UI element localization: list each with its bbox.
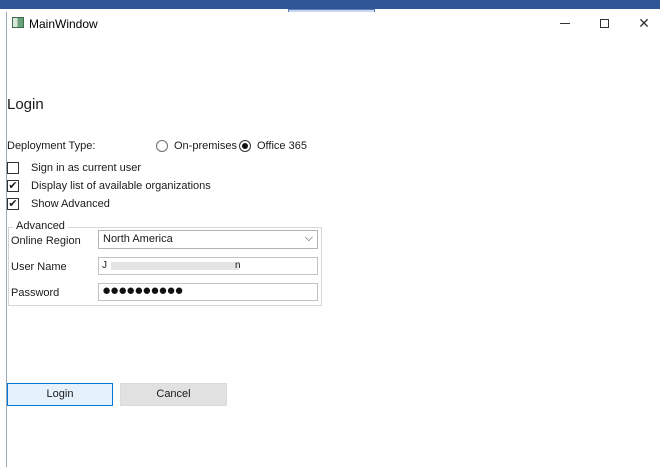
sign-in-current-user-label[interactable]: Sign in as current user [31,162,141,174]
office-365-radio[interactable] [239,140,251,152]
user-name-value-end: n [235,260,241,271]
password-value: ●●●●●●●●●● [102,282,184,299]
checkmark-icon: ✔ [8,180,18,192]
advanced-group-title: Advanced [13,220,68,232]
show-advanced-label[interactable]: Show Advanced [31,198,110,210]
close-icon: ✕ [638,15,650,31]
display-organizations-checkbox[interactable]: ✔ [7,180,19,192]
close-button[interactable]: ✕ [624,12,660,34]
user-name-label: User Name [11,261,67,273]
show-advanced-checkbox[interactable]: ✔ [7,198,19,210]
office-365-label[interactable]: Office 365 [257,140,307,152]
display-organizations-label[interactable]: Display list of available organizations [31,180,211,192]
window-title: MainWindow [29,17,98,31]
background-window-strip [0,0,660,9]
login-button[interactable]: Login [7,383,113,406]
main-window: MainWindow ✕ Login Deployment Type: On-p… [6,12,660,467]
maximize-icon [599,19,609,29]
deployment-type-label: Deployment Type: [7,140,96,152]
password-label: Password [11,287,60,299]
user-name-value-start: J [102,260,107,271]
app-icon [12,17,24,28]
online-region-dropdown[interactable]: North America ⌵ [98,230,318,249]
online-region-label: Online Region [11,235,81,247]
checkmark-icon: ✔ [8,198,18,210]
minimize-button[interactable] [545,12,585,34]
minimize-icon [560,23,570,25]
on-premises-radio[interactable] [156,140,168,152]
page-title: Login [7,96,44,113]
chevron-down-icon: ⌵ [304,232,313,244]
sign-in-current-user-checkbox[interactable] [7,162,19,174]
redacted-region [111,262,239,270]
user-name-field[interactable]: J n [98,257,318,275]
online-region-value: North America [103,233,173,245]
password-field[interactable]: ●●●●●●●●●● [98,282,318,301]
cancel-button[interactable]: Cancel [120,383,227,406]
on-premises-label[interactable]: On-premises [174,140,237,152]
maximize-button[interactable] [584,12,624,34]
title-bar[interactable]: MainWindow ✕ [7,12,660,34]
